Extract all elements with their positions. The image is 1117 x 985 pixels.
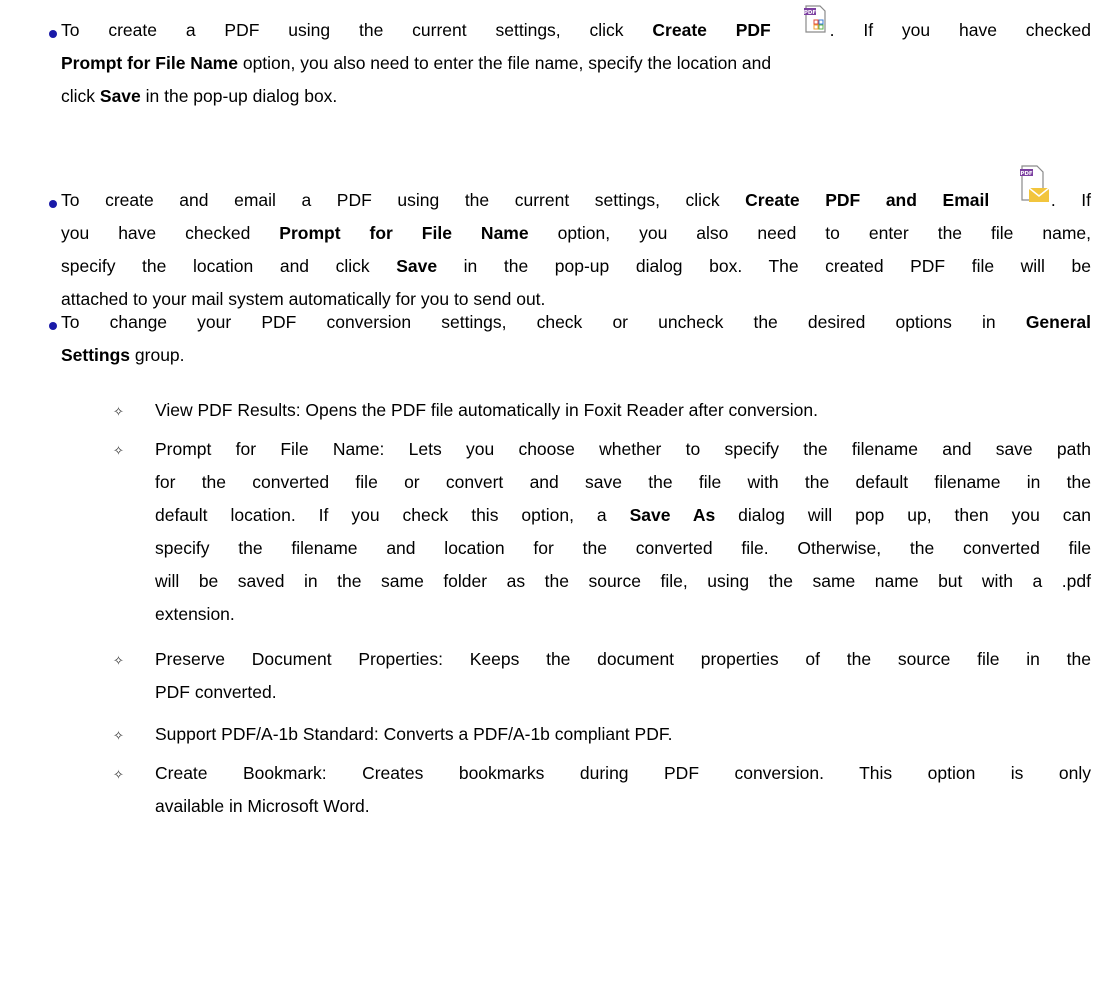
document-page: To create a PDF using the current settin… <box>0 0 1117 985</box>
text-run: click <box>61 86 100 106</box>
text-run: . If <box>1050 190 1091 210</box>
text-line: PDF converted. <box>155 682 277 702</box>
text-line: Create Bookmark: Creates bookmarks durin… <box>155 763 1091 783</box>
text-line: extension. <box>155 604 235 624</box>
bullet-dot <box>49 30 57 38</box>
option-view-pdf-results: View PDF Results: Opens the PDF file aut… <box>155 394 1091 427</box>
option-preserve-properties: Preserve Document Properties: Keeps the … <box>155 643 1091 709</box>
text-line: To create and email a PDF using the curr… <box>61 165 1091 217</box>
text-line: available in Microsoft Word. <box>155 796 370 816</box>
text-run: dialog will pop up, then you can <box>715 505 1091 525</box>
paragraph-create-pdf-email: To create and email a PDF using the curr… <box>61 165 1091 316</box>
text-line: will be saved in the same folder as the … <box>155 571 1091 591</box>
text-line: default location. If you check this opti… <box>155 499 1091 532</box>
bold-term-prompt: Prompt for File Name <box>61 53 238 73</box>
text-run: in the pop-up dialog box. The created PD… <box>437 256 1091 276</box>
option-prompt-file-name: Prompt for File Name: Lets you choose wh… <box>155 433 1091 631</box>
text-run: in the pop-up dialog box. <box>140 86 338 106</box>
text-line: Preserve Document Properties: Keeps the … <box>155 649 1091 669</box>
text-run: option, you also need to enter the file … <box>528 223 1091 243</box>
diamond-bullet-icon: ✧ <box>113 653 124 668</box>
diamond-bullet-icon: ✧ <box>113 767 124 782</box>
create-pdf-email-icon: PDF <box>1015 165 1051 217</box>
diamond-bullet-icon: ✧ <box>113 443 124 458</box>
diamond-bullet-icon: ✧ <box>113 728 124 743</box>
text-line: specify the filename and location for th… <box>155 538 1091 558</box>
text-run: specify the location and click <box>61 256 397 276</box>
text-line: click Save in the pop-up dialog box. <box>61 80 1091 113</box>
bold-term-save: Save <box>396 256 438 276</box>
create-pdf-icon: PDF <box>800 5 830 43</box>
text-run: To change your PDF conversion settings, … <box>61 312 1026 332</box>
text-line: To change your PDF conversion settings, … <box>61 306 1091 339</box>
bold-term-save: Save <box>99 86 141 106</box>
text-run: To create a PDF using the current settin… <box>61 20 653 40</box>
option-pdfa-standard: Support PDF/A-1b Standard: Converts a PD… <box>155 718 1091 751</box>
bullet-dot <box>49 200 57 208</box>
text-run: . If you have checked <box>829 20 1091 40</box>
pdf-badge-label: PDF <box>803 10 816 16</box>
bold-term-save-as: Save As <box>629 505 716 525</box>
text-line: Support PDF/A-1b Standard: Converts a PD… <box>155 724 673 744</box>
text-run: option, you also need to enter the file … <box>237 53 772 73</box>
text-line: Settings group. <box>61 339 1091 372</box>
text-line: you have checked Prompt for File Name op… <box>61 217 1091 250</box>
bold-term-settings: Settings <box>61 345 131 365</box>
text-line: specify the location and click Save in t… <box>61 250 1091 283</box>
text-run: group. <box>130 345 185 365</box>
bullet-dot <box>49 322 57 330</box>
text-line: for the converted file or convert and sa… <box>155 472 1091 492</box>
diamond-bullet-icon: ✧ <box>113 404 124 419</box>
text-run: To create and email a PDF using the curr… <box>61 190 746 210</box>
text-line: Prompt for File Name option, you also ne… <box>61 47 1091 80</box>
bold-term-create-pdf-email: Create PDF and Email <box>745 190 990 210</box>
text-line: View PDF Results: Opens the PDF file aut… <box>155 400 819 420</box>
option-create-bookmark: Create Bookmark: Creates bookmarks durin… <box>155 757 1091 823</box>
text-line: Prompt for File Name: Lets you choose wh… <box>155 439 1091 459</box>
text-run: default location. If you check this opti… <box>155 505 630 525</box>
pdf-badge-label: PDF <box>1020 171 1033 177</box>
bold-term-prompt: Prompt for File Name <box>279 223 529 243</box>
text-run: you have checked <box>61 223 280 243</box>
bold-term-general: General <box>1025 312 1091 332</box>
bold-term-create-pdf: Create PDF <box>652 20 771 40</box>
text-line: To create a PDF using the current settin… <box>61 5 1091 47</box>
paragraph-create-pdf: To create a PDF using the current settin… <box>61 5 1091 113</box>
paragraph-change-settings: To change your PDF conversion settings, … <box>61 306 1091 372</box>
